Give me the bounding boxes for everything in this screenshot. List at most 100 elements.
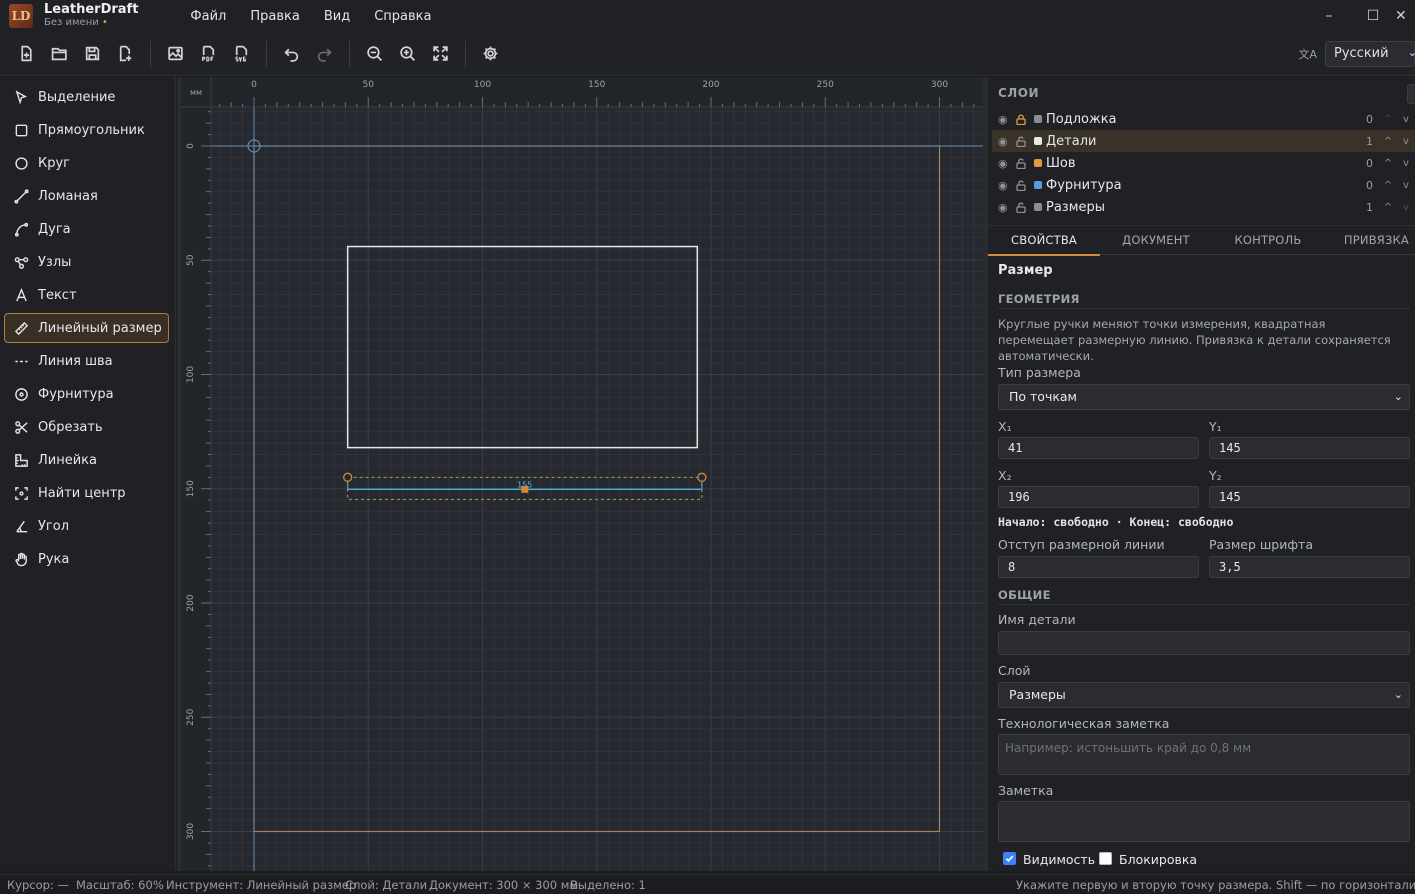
dashed-line-icon: [13, 353, 29, 369]
tool-scissors[interactable]: Обрезать: [4, 412, 169, 442]
tool-angle[interactable]: Угол: [4, 511, 169, 541]
undo-button[interactable]: [275, 39, 308, 69]
layer-row[interactable]: ◉ Шов 0 ^ v: [992, 152, 1415, 174]
panel-tabs: СВОЙСТВА ДОКУМЕНТ КОНТРОЛЬ ПРИВЯЗКА: [988, 225, 1415, 256]
tab-document[interactable]: ДОКУМЕНТ: [1100, 226, 1212, 256]
hardware-icon: [13, 386, 29, 402]
y1-input[interactable]: 145: [1209, 437, 1410, 459]
maximize-button[interactable]: ☐: [1351, 8, 1395, 24]
tool-hand[interactable]: Рука: [4, 544, 169, 574]
move-down-icon[interactable]: v: [1397, 202, 1415, 213]
move-up-icon[interactable]: ^: [1379, 202, 1397, 213]
part-name-input[interactable]: [998, 631, 1410, 655]
export-pdf-button[interactable]: [192, 39, 225, 69]
lock-icon[interactable]: [1016, 202, 1028, 213]
tool-polyline[interactable]: Ломаная: [4, 181, 169, 211]
save-button[interactable]: [76, 39, 109, 69]
tool-text[interactable]: Текст: [4, 280, 169, 310]
layer-row[interactable]: ◉ Детали 1 ^ v: [992, 130, 1415, 152]
menu-view[interactable]: Вид: [312, 9, 362, 24]
layer-color-swatch: [1034, 115, 1042, 123]
lock-icon[interactable]: [1016, 136, 1028, 147]
tab-control[interactable]: КОНТРОЛЬ: [1212, 226, 1324, 256]
close-button[interactable]: ✕: [1395, 8, 1415, 24]
x1-input[interactable]: 41: [998, 437, 1199, 459]
tool-label: Линейка: [38, 452, 97, 468]
dimension-move-handle[interactable]: [521, 485, 529, 493]
eye-icon[interactable]: ◉: [998, 179, 1012, 192]
ruler-label-h: 150: [588, 80, 605, 90]
settings-button[interactable]: [474, 39, 507, 69]
menu-help[interactable]: Справка: [362, 9, 443, 24]
tool-palette: Выделение Прямоугольник Круг Ломаная Дуга Узл…: [0, 77, 176, 871]
toolbar-separator: [349, 40, 350, 67]
tool-cursor[interactable]: Выделение: [4, 82, 169, 112]
lock-icon[interactable]: [1016, 113, 1028, 125]
layer-count: 1: [1366, 134, 1373, 148]
properties-title: Размер: [998, 263, 1053, 278]
move-up-icon[interactable]: ^: [1379, 158, 1397, 169]
move-up-icon[interactable]: ^: [1379, 180, 1397, 191]
move-up-icon[interactable]: ^: [1379, 136, 1397, 147]
new-file-button[interactable]: [10, 39, 43, 69]
tool-ruler[interactable]: Линейный размер: [4, 313, 169, 343]
menu-file[interactable]: Файл: [178, 9, 238, 24]
visibility-checkbox[interactable]: [1003, 852, 1016, 865]
move-down-icon[interactable]: v: [1397, 158, 1415, 169]
move-down-icon[interactable]: v: [1397, 114, 1415, 125]
tab-properties[interactable]: СВОЙСТВА: [988, 226, 1100, 256]
layer-select[interactable]: Размеры ⌄: [998, 682, 1410, 708]
open-file-button[interactable]: [43, 39, 76, 69]
ruler-label-v: 0: [186, 143, 196, 149]
menu-edit[interactable]: Правка: [238, 9, 311, 24]
ruler-horizontal: [181, 77, 983, 107]
font-size-input[interactable]: 3,5: [1209, 556, 1410, 578]
move-down-icon[interactable]: v: [1397, 136, 1415, 147]
eye-icon[interactable]: ◉: [998, 113, 1012, 126]
language-select[interactable]: Русский ⌄: [1325, 41, 1415, 67]
tool-nodes[interactable]: Узлы: [4, 247, 169, 277]
layer-row[interactable]: ◉ Размеры 1 ^ v: [992, 196, 1415, 218]
lock-checkbox[interactable]: [1099, 852, 1112, 865]
center-icon: [13, 485, 29, 501]
fit-view-button[interactable]: [424, 39, 457, 69]
eye-icon[interactable]: ◉: [998, 201, 1012, 214]
tool-arc[interactable]: Дуга: [4, 214, 169, 244]
minimize-button[interactable]: –: [1307, 8, 1351, 24]
tab-snapping[interactable]: ПРИВЯЗКА: [1324, 226, 1415, 256]
y2-input[interactable]: 145: [1209, 486, 1410, 508]
move-up-icon[interactable]: ^: [1379, 114, 1397, 125]
tool-dashed-line[interactable]: Линия шва: [4, 346, 169, 376]
eye-icon[interactable]: ◉: [998, 135, 1012, 148]
x2-input[interactable]: 196: [998, 486, 1199, 508]
tech-note-textarea[interactable]: Например: истоньшить край до 0,8 мм: [998, 734, 1410, 775]
note-textarea[interactable]: [998, 801, 1410, 842]
save-as-button[interactable]: [109, 39, 142, 69]
layer-name: Детали: [1046, 133, 1097, 149]
dimension-start-handle[interactable]: [343, 472, 353, 482]
zoom-in-button[interactable]: [391, 39, 424, 69]
canvas-svg[interactable]: 1550 50 100 150 200 250 300050100150200250300м…: [181, 77, 983, 871]
offset-input[interactable]: 8: [998, 556, 1199, 578]
tool-ruler-square[interactable]: Линейка: [4, 445, 169, 475]
tool-rectangle[interactable]: Прямоугольник: [4, 115, 169, 145]
lock-icon[interactable]: [1016, 180, 1028, 191]
tool-center[interactable]: Найти центр: [4, 478, 169, 508]
export-image-button[interactable]: [159, 39, 192, 69]
lock-icon[interactable]: [1016, 158, 1028, 169]
image-icon: [168, 46, 183, 61]
dim-type-select[interactable]: По точкам ⌄: [998, 384, 1410, 410]
tool-label: Обрезать: [38, 419, 103, 435]
tool-circle[interactable]: Круг: [4, 148, 169, 178]
redo-button[interactable]: [308, 39, 341, 69]
tool-hardware[interactable]: Фурнитура: [4, 379, 169, 409]
drawing-canvas[interactable]: 155 0 50 100 150 200 250 300 0 50 100 150 200 250 300 м…: [181, 77, 983, 871]
export-svg-button[interactable]: [225, 39, 258, 69]
dimension-end-handle[interactable]: [697, 472, 707, 482]
eye-icon[interactable]: ◉: [998, 157, 1012, 170]
move-down-icon[interactable]: v: [1397, 180, 1415, 191]
add-layer-button[interactable]: [1407, 84, 1415, 104]
zoom-out-button[interactable]: [358, 39, 391, 69]
layer-row[interactable]: ◉ Подложка 0 ^ v: [992, 108, 1415, 130]
layer-row[interactable]: ◉ Фурнитура 0 ^ v: [992, 174, 1415, 196]
